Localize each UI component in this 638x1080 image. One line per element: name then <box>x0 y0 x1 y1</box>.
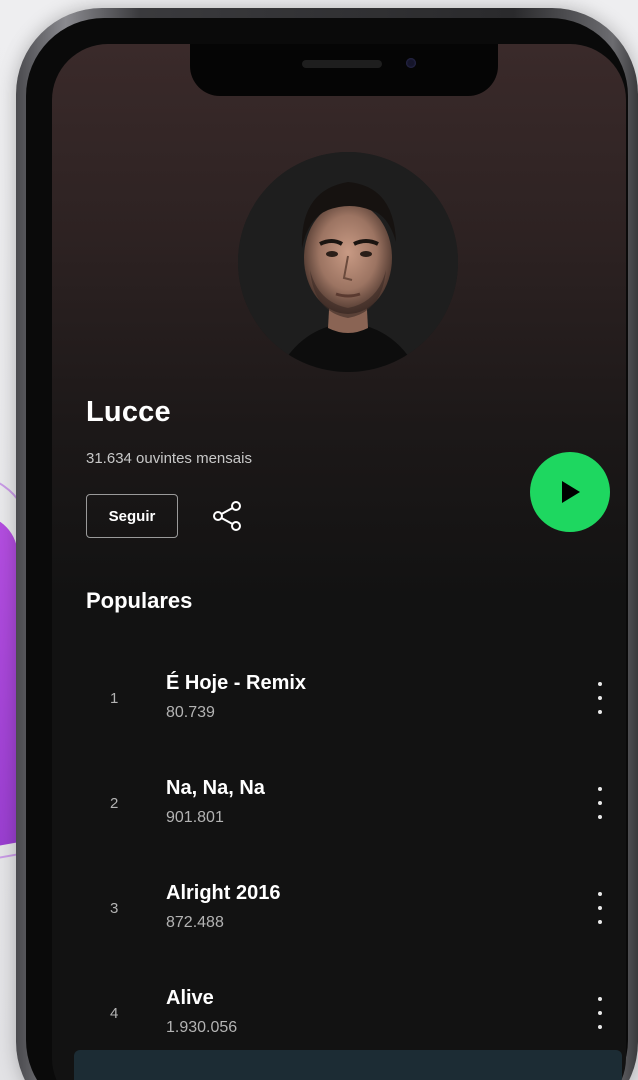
speaker-grille <box>302 60 382 68</box>
track-play-count: 901.801 <box>166 809 224 826</box>
track-number: 4 <box>110 1005 119 1022</box>
share-icon[interactable] <box>210 498 246 534</box>
track-row[interactable]: 2 Na, Na, Na 901.801 <box>52 767 626 847</box>
track-number: 1 <box>110 690 119 707</box>
phone-notch <box>190 44 498 96</box>
track-number: 3 <box>110 900 119 917</box>
play-button[interactable] <box>530 452 610 532</box>
now-playing-bar[interactable] <box>74 1050 622 1080</box>
track-title: É Hoje - Remix <box>166 672 307 694</box>
phone-frame: Lucce 31.634 ouvintes mensais Seguir Pop… <box>16 8 638 1080</box>
track-row[interactable]: 4 Alive 1.930.056 <box>52 977 626 1057</box>
play-icon <box>562 481 580 503</box>
track-row[interactable]: 1 É Hoje - Remix 80.739 <box>52 662 626 742</box>
track-play-count: 872.488 <box>166 914 224 931</box>
front-camera <box>406 58 416 68</box>
track-title: Na, Na, Na <box>166 777 265 799</box>
track-play-count: 80.739 <box>166 704 215 721</box>
more-options-icon[interactable] <box>588 993 612 1033</box>
follow-button[interactable]: Seguir <box>86 494 178 538</box>
more-options-icon[interactable] <box>588 783 612 823</box>
track-play-count: 1.930.056 <box>166 1019 238 1036</box>
app-screen: Lucce 31.634 ouvintes mensais Seguir Pop… <box>52 44 626 1080</box>
track-number: 2 <box>110 795 119 812</box>
track-title: Alive <box>166 987 214 1009</box>
more-options-icon[interactable] <box>588 678 612 718</box>
stage: Lucce 31.634 ouvintes mensais Seguir Pop… <box>0 0 638 1080</box>
monthly-listeners: 31.634 ouvintes mensais <box>86 450 252 467</box>
track-row[interactable]: 3 Alright 2016 872.488 <box>52 872 626 952</box>
artist-name: Lucce <box>86 396 171 428</box>
track-title: Alright 2016 <box>166 882 281 904</box>
more-options-icon[interactable] <box>588 888 612 928</box>
artist-avatar <box>238 152 458 372</box>
popular-section-title: Populares <box>86 588 193 613</box>
